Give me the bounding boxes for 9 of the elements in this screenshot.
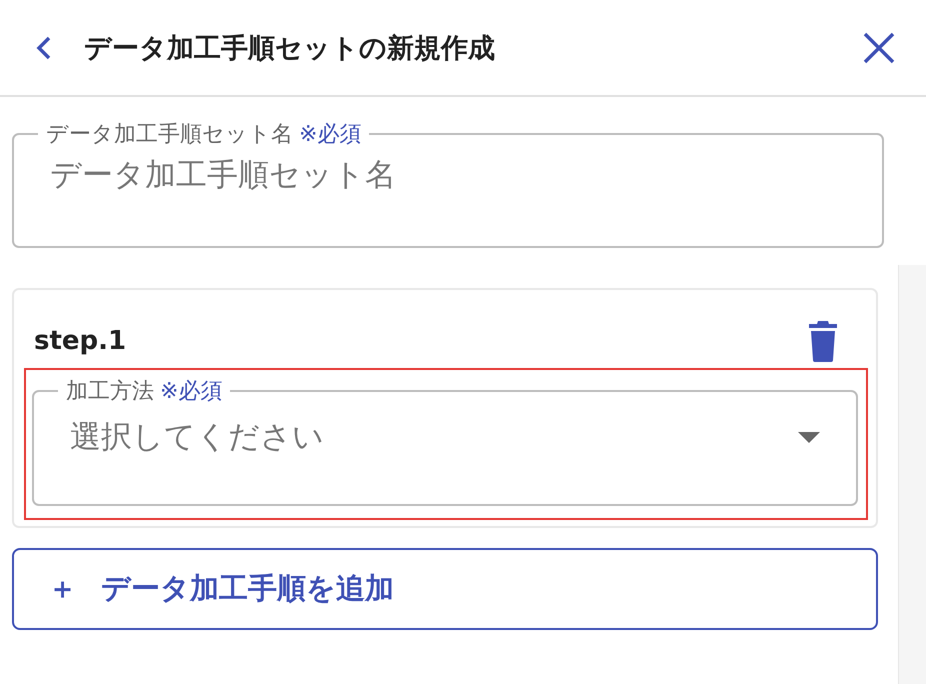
close-icon[interactable] [862,30,896,64]
dialog-title: データ加工手順セットの新規作成 [84,32,496,66]
text-input[interactable]: データ加工手順セット名 [50,149,846,193]
step-title: step.1 [34,326,126,356]
field-label: データ加工手順セット名 ※必須 [45,121,362,149]
add-step-button[interactable]: ＋ データ加工手順を追加 [12,548,878,630]
field-label: 加工方法 ※必須 [65,378,224,406]
trash-icon[interactable] [808,320,838,362]
caret-icon [798,432,820,442]
